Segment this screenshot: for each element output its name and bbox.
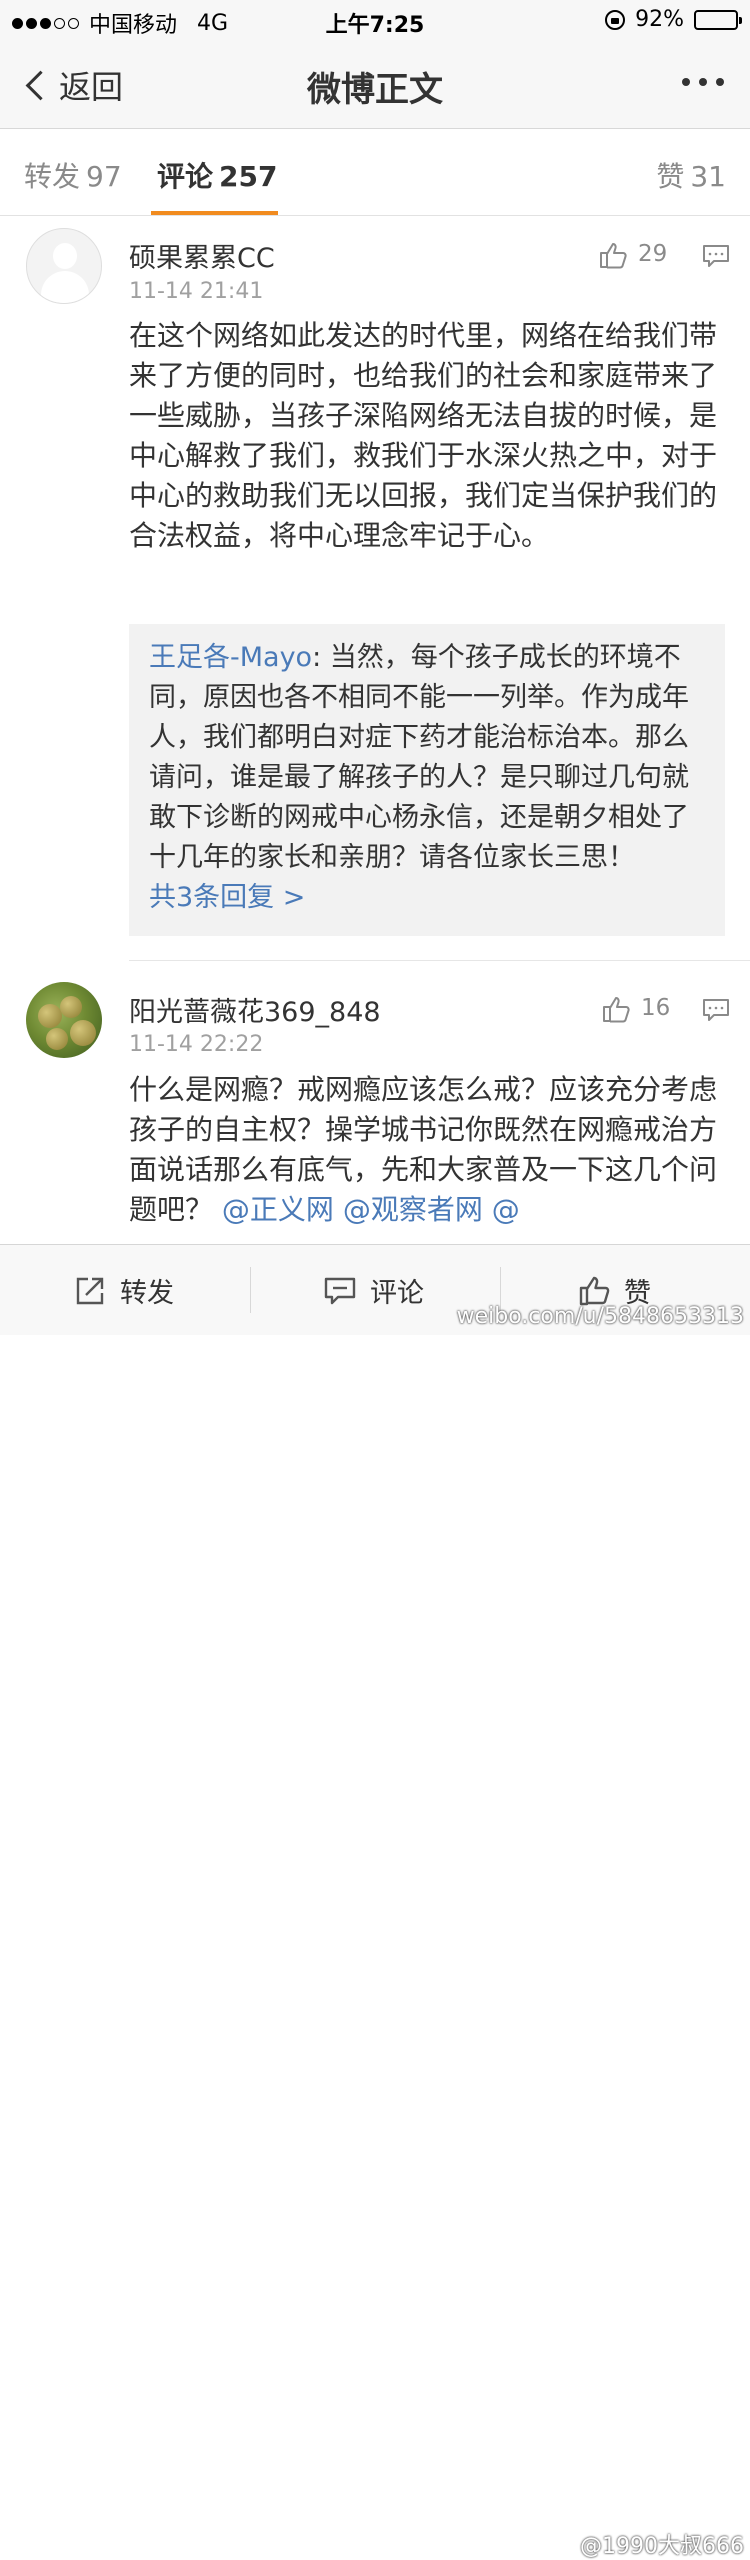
- tab-likes[interactable]: 赞 31: [656, 155, 726, 195]
- rotation-lock-icon: [605, 9, 626, 30]
- comment-divider: [129, 960, 750, 961]
- comment-text: 在这个网络如此发达的时代里，网络在给我们带来了方便的同时，也给我们的社会和家庭带…: [129, 319, 718, 552]
- comment-text: 什么是网瘾？戒网瘾应该怎么戒？应该充分考虑孩子的自主权？操学城书记你既然在网瘾戒…: [129, 1070, 719, 1230]
- mention-links[interactable]: @正义网 @观察者网 @: [222, 1193, 520, 1226]
- thumbs-up-icon: [601, 994, 630, 1023]
- comment-like-button[interactable]: 29: [598, 240, 668, 269]
- more-dots-icon: [682, 78, 690, 86]
- view-more-replies-link[interactable]: 共3条回复 >: [149, 878, 705, 918]
- reply-comment-icon[interactable]: [702, 998, 730, 1022]
- comment-timestamp: 11-14 22:22: [129, 1032, 264, 1057]
- navigation-bar: 返回 微博正文: [0, 40, 750, 129]
- comment-like-count: 16: [641, 995, 671, 1021]
- tab-likes-count: 31: [690, 160, 726, 193]
- active-tab-indicator: [151, 211, 278, 215]
- tab-reposts-count: 97: [86, 160, 122, 193]
- comment-like-button[interactable]: 16: [601, 994, 671, 1023]
- comment-username[interactable]: 阳光蔷薇花369_848: [129, 990, 381, 1029]
- tab-likes-label: 赞: [656, 160, 685, 193]
- repost-icon: [76, 1277, 104, 1304]
- tab-bar: 转发 97 评论 257 赞 31: [0, 129, 750, 216]
- comment-username[interactable]: 硕果累累CC: [129, 236, 275, 275]
- avatar[interactable]: [26, 982, 102, 1058]
- watermark-username: @1990大叔666: [580, 2534, 744, 2559]
- comment-item: 阳光蔷薇花369_848 11-14 22:22 16 什么是网瘾？戒网瘾应该怎…: [0, 962, 750, 1244]
- toolbar-separator: [250, 1267, 251, 1313]
- repost-label: 转发: [120, 1278, 174, 1309]
- battery-icon: [694, 9, 742, 30]
- reply-text: 当然，每个孩子成长的环境不同，原因也各不相同不能一一列举。作为成年人，我们都明白…: [149, 642, 689, 873]
- reply-author[interactable]: 王足各-Mayo: [149, 642, 312, 673]
- thumbs-up-icon: [598, 240, 627, 269]
- watermark-url: weibo.com/u/5848653313: [456, 1304, 744, 1329]
- tab-comments-label: 评论: [157, 160, 214, 193]
- comment-label: 评论: [370, 1278, 424, 1309]
- comment-timestamp: 11-14 21:41: [129, 279, 264, 304]
- comment-icon: [324, 1277, 356, 1304]
- tab-reposts-label: 转发: [24, 160, 81, 193]
- battery-percent: 92%: [635, 7, 684, 32]
- thumbs-up-icon: [579, 1276, 610, 1305]
- tab-comments[interactable]: 评论 257: [157, 155, 277, 195]
- more-options-button[interactable]: [682, 78, 724, 86]
- avatar[interactable]: [26, 228, 102, 304]
- reply-comment-icon[interactable]: [702, 244, 730, 268]
- comment-item: 硕果累累CC 11-14 21:41 29 在这个网络如此发达的时代里，网络在给…: [0, 216, 750, 961]
- comment-like-count: 29: [638, 241, 668, 267]
- reply-preview-box[interactable]: 王足各-Mayo: 当然，每个孩子成长的环境不同，原因也各不相同不能一一列举。作…: [129, 624, 725, 936]
- reply-colon: :: [312, 642, 330, 673]
- comment-button[interactable]: 评论: [324, 1271, 424, 1310]
- tab-reposts[interactable]: 转发 97: [24, 155, 122, 195]
- status-bar: 中国移动 4G 上午7:25 92%: [0, 0, 750, 40]
- bottom-toolbar: 转发 评论 赞 @1990大叔666 weibo.com/u/584865331…: [0, 1244, 750, 2559]
- tab-comments-count: 257: [219, 160, 278, 193]
- repost-button[interactable]: 转发: [74, 1271, 174, 1310]
- page-title: 微博正文: [307, 70, 443, 110]
